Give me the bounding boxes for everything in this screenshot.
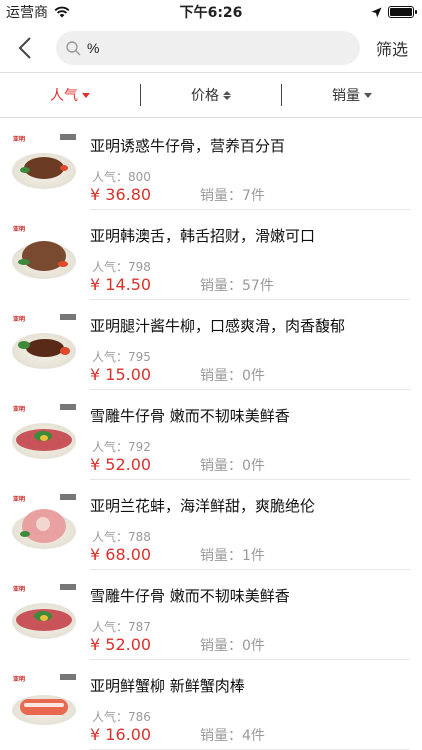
- product-price: ¥ 68.00: [90, 545, 152, 564]
- product-price: ¥ 15.00: [90, 365, 152, 384]
- product-item[interactable]: 亚明 亚明韩澳舌，韩舌招财，滑嫩可口 人气：798 ¥ 14.50 销量：57件: [0, 210, 422, 300]
- search-bar[interactable]: [56, 31, 360, 65]
- product-image: 亚明: [10, 671, 78, 739]
- product-title: 亚明诱惑牛仔骨，营养百分百: [90, 137, 286, 155]
- product-price: ¥ 52.00: [90, 455, 152, 474]
- product-item[interactable]: 亚明 亚明腿汁酱牛柳，口感爽滑，肉香馥郁 人气：795 ¥ 15.00 销量：0…: [0, 300, 422, 390]
- battery-icon: [388, 6, 417, 18]
- product-sales: 销量：7件: [200, 188, 265, 204]
- product-popularity: 人气：792: [92, 440, 151, 454]
- product-sales: 销量：0件: [200, 638, 265, 654]
- product-popularity: 人气：795: [92, 350, 151, 364]
- product-image: 亚明: [10, 491, 78, 559]
- product-price: ¥ 14.50: [90, 275, 152, 294]
- product-popularity: 人气：800: [92, 170, 151, 184]
- product-title: 亚明兰花蚌，海洋鲜甜，爽脆绝伦: [90, 497, 316, 515]
- sort-updown-icon: [223, 90, 231, 100]
- wifi-icon: [54, 6, 70, 18]
- product-popularity: 人气：787: [92, 620, 151, 634]
- product-price: ¥ 52.00: [90, 635, 152, 654]
- sort-tab-label: 价格: [191, 88, 219, 104]
- sort-tab-popularity[interactable]: 人气: [0, 85, 140, 105]
- product-sales: 销量：4件: [200, 728, 265, 744]
- product-image: 亚明: [10, 581, 78, 649]
- caret-down-icon: [364, 92, 372, 98]
- product-item[interactable]: 亚明 亚明诱惑牛仔骨，营养百分百 人气：800 ¥ 36.80 销量：7件: [0, 120, 422, 210]
- product-price: ¥ 36.80: [90, 185, 152, 204]
- chevron-left-icon: [18, 37, 31, 59]
- product-image: 亚明: [10, 401, 78, 469]
- sort-tab-sales[interactable]: 销量: [282, 85, 422, 105]
- sort-tab-price[interactable]: 价格: [141, 85, 281, 105]
- product-image: 亚明: [10, 311, 78, 379]
- back-button[interactable]: [10, 28, 40, 68]
- search-header: 筛选: [0, 24, 422, 72]
- location-arrow-icon: [371, 7, 382, 17]
- product-item[interactable]: 亚明 亚明鲜蟹柳 新鲜蟹肉棒 人气：786 ¥ 16.00 销量：4件: [0, 660, 422, 750]
- filter-button[interactable]: 筛选: [372, 36, 412, 60]
- product-popularity: 人气：786: [92, 710, 151, 724]
- carrier-label: 运营商: [6, 5, 48, 21]
- product-sales: 销量：0件: [200, 368, 265, 384]
- product-item[interactable]: 亚明 雪雕牛仔骨 嫩而不韧味美鲜香 人气：792 ¥ 52.00 销量：0件: [0, 390, 422, 480]
- search-input[interactable]: [87, 40, 287, 56]
- sort-tab-label: 销量: [332, 88, 360, 104]
- product-sales: 销量：0件: [200, 458, 265, 474]
- product-image: 亚明: [10, 131, 78, 199]
- product-image: 亚明: [10, 221, 78, 289]
- sort-bar: 人气 价格 销量: [0, 72, 422, 118]
- product-sales: 销量：57件: [200, 278, 274, 294]
- product-item[interactable]: 亚明 雪雕牛仔骨 嫩而不韧味美鲜香 人气：787 ¥ 52.00 销量：0件: [0, 570, 422, 660]
- product-item[interactable]: 亚明 亚明兰花蚌，海洋鲜甜，爽脆绝伦 人气：788 ¥ 68.00 销量：1件: [0, 480, 422, 570]
- product-title: 亚明鲜蟹柳 新鲜蟹肉棒: [90, 677, 245, 695]
- product-title: 雪雕牛仔骨 嫩而不韧味美鲜香: [90, 587, 290, 605]
- product-price: ¥ 16.00: [90, 725, 152, 744]
- product-sales: 销量：1件: [200, 548, 265, 564]
- product-list: 亚明 亚明诱惑牛仔骨，营养百分百 人气：800 ¥ 36.80 销量：7件 亚明…: [0, 118, 422, 750]
- product-popularity: 人气：788: [92, 530, 151, 544]
- caret-down-icon: [82, 92, 90, 98]
- product-popularity: 人气：798: [92, 260, 151, 274]
- sort-tab-label: 人气: [50, 88, 78, 104]
- search-icon: [66, 40, 81, 55]
- product-title: 亚明腿汁酱牛柳，口感爽滑，肉香馥郁: [90, 317, 346, 335]
- product-title: 亚明韩澳舌，韩舌招财，滑嫩可口: [90, 227, 316, 245]
- status-bar: 运营商 下午6:26: [0, 0, 422, 24]
- product-title: 雪雕牛仔骨 嫩而不韧味美鲜香: [90, 407, 290, 425]
